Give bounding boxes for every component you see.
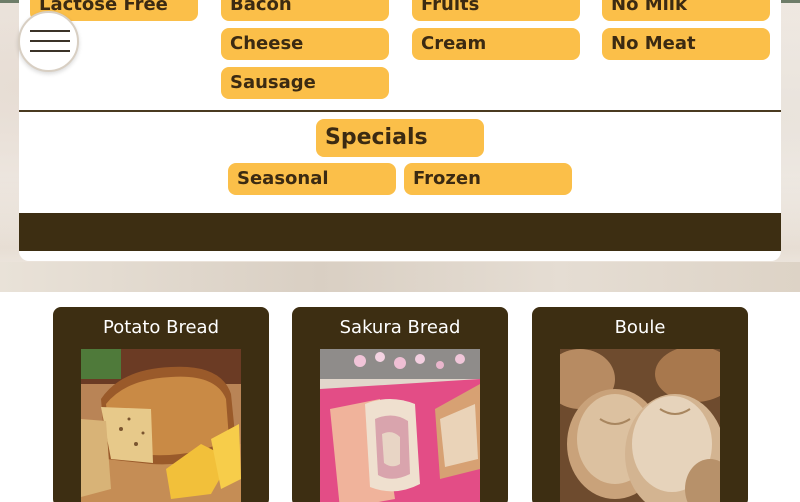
bread-card-potato[interactable]: Potato Bread <box>53 307 269 502</box>
bread-card-sakura[interactable]: Sakura Bread <box>292 307 508 502</box>
special-frozen[interactable]: Frozen <box>404 163 572 195</box>
bread-title: Boule <box>614 317 666 338</box>
bread-card-boule[interactable]: Boule <box>532 307 748 502</box>
potato-bread-image <box>81 349 241 502</box>
filter-no-meat[interactable]: No Meat <box>602 28 770 60</box>
filter-sausage[interactable]: Sausage <box>221 67 389 99</box>
boule-image <box>560 349 720 502</box>
bread-title: Sakura Bread <box>339 317 461 338</box>
filter-bacon[interactable]: Bacon <box>221 0 389 21</box>
filter-cream[interactable]: Cream <box>412 28 580 60</box>
background-table-strip <box>0 262 800 292</box>
hamburger-menu-icon[interactable] <box>18 11 79 72</box>
section-divider <box>19 110 781 112</box>
special-seasonal[interactable]: Seasonal <box>228 163 396 195</box>
filter-cheese[interactable]: Cheese <box>221 28 389 60</box>
filter-no-milk[interactable]: No Milk <box>602 0 770 21</box>
sakura-bread-image <box>320 349 480 502</box>
specials-heading-button[interactable]: Specials <box>316 119 484 157</box>
filter-menu-panel: Lactose Free Bacon Fruits No Milk Cheese… <box>19 0 781 261</box>
menu-footer-bar <box>19 213 781 251</box>
filter-fruits[interactable]: Fruits <box>412 0 580 21</box>
bread-title: Potato Bread <box>103 317 219 338</box>
